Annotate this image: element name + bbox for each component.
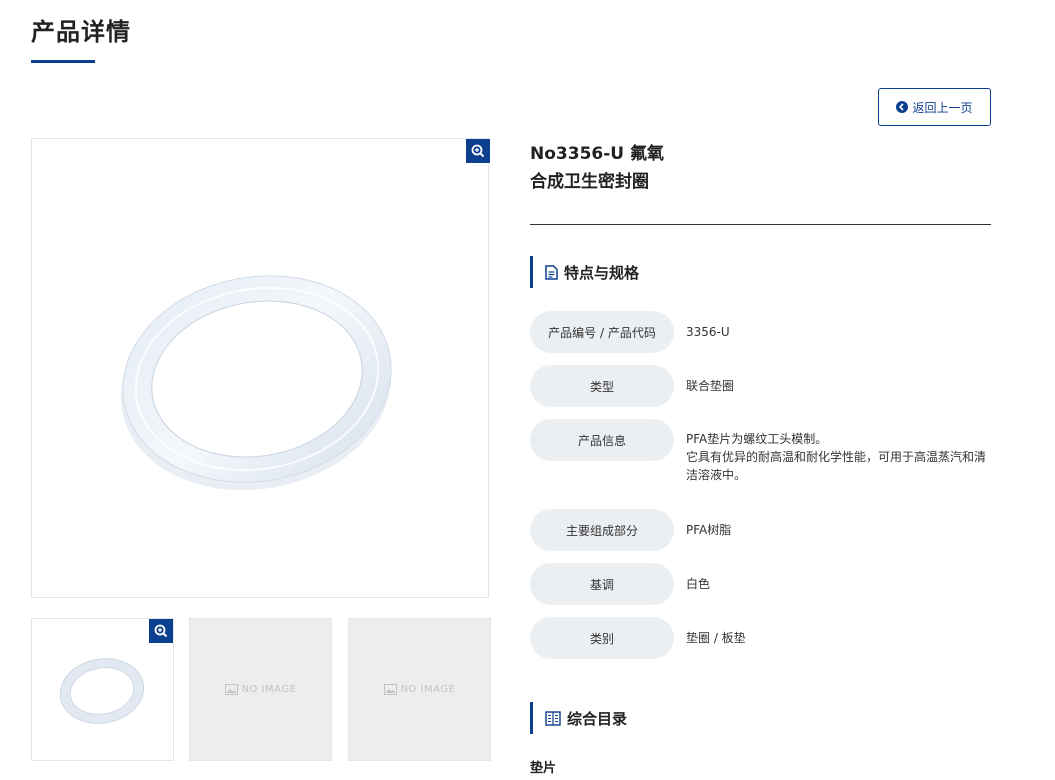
zoom-in-icon [471, 144, 485, 158]
catalog-item-gasket[interactable]: 垫片 [530, 757, 556, 776]
spec-value: 白色 [686, 577, 711, 591]
zoom-button[interactable] [466, 139, 490, 163]
spec-label: 类别 [530, 617, 674, 659]
catalog-heading-text: 综合目录 [567, 709, 628, 728]
main-product-image[interactable] [31, 138, 490, 598]
thumbnail-3[interactable]: NO IMAGE [348, 618, 491, 761]
product-title: No3356-U 氟氧 合成卫生密封圈 [530, 140, 830, 196]
back-button-label: 返回上一页 [912, 100, 973, 115]
thumbnail-zoom-button[interactable] [149, 619, 173, 643]
specs-heading-text: 特点与规格 [564, 263, 640, 282]
spec-value: 3356-U [686, 325, 730, 339]
specs-section-heading: 特点与规格 [530, 256, 639, 288]
product-title-line-1: No3356-U 氟氧 [530, 144, 664, 164]
image-placeholder-icon [383, 684, 397, 695]
gasket-image [120, 275, 392, 491]
spec-value: 垫圈 / 板垫 [686, 631, 746, 645]
spec-value: PFA树脂 [686, 523, 732, 537]
thumbnail-2[interactable]: NO IMAGE [189, 618, 332, 761]
back-button[interactable]: 返回上一页 [878, 88, 991, 126]
catalog-section-heading: 综合目录 [530, 702, 627, 734]
zoom-in-icon [154, 624, 168, 638]
document-icon [545, 264, 558, 280]
product-title-line-2: 合成卫生密封圈 [530, 172, 649, 192]
spec-label: 基调 [530, 563, 674, 605]
title-divider [530, 224, 991, 225]
spec-value: PFA垫片为螺纹工头模制。 它具有优异的耐高温和耐化学性能，可用于高温蒸汽和清洁… [686, 432, 987, 482]
arrow-left-circle-icon [896, 101, 909, 113]
page-title: 产品详情 [31, 18, 131, 46]
image-placeholder-icon [224, 684, 238, 695]
spec-value: 联合垫圈 [686, 379, 735, 393]
no-image-label: NO IMAGE [400, 684, 456, 695]
spec-label: 产品信息 [530, 419, 674, 461]
spec-label: 主要组成部分 [530, 509, 674, 551]
catalog-book-icon [545, 710, 561, 726]
title-underline [31, 60, 95, 63]
thumbnail-1[interactable] [31, 618, 174, 761]
spec-label: 产品编号 / 产品代码 [530, 311, 674, 353]
spec-label: 类型 [530, 365, 674, 407]
no-image-label: NO IMAGE [241, 684, 297, 695]
